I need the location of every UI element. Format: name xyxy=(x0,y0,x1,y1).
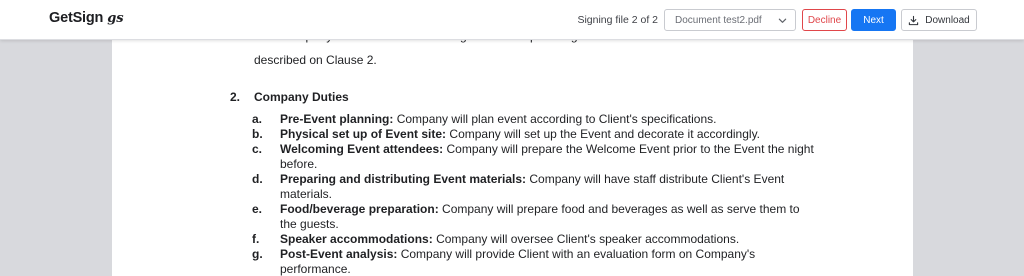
list-item-letter: e. xyxy=(252,202,263,216)
list-item-title: Physical set up of Event site: xyxy=(280,127,447,141)
list-item-text: Company will set up the Event and decora… xyxy=(449,127,761,141)
list-item: a. Pre-Event planning: Company will plan… xyxy=(252,112,817,127)
logo-mark: gs xyxy=(107,11,124,26)
chevron-down-icon xyxy=(778,18,787,23)
app-logo[interactable]: GetSign gs xyxy=(49,10,124,30)
list-item-text: Company will oversee Client's speaker ac… xyxy=(436,232,740,246)
signing-file-status: Signing file 2 of 2 xyxy=(577,14,658,26)
list-item-title: Preparing and distributing Event materia… xyxy=(280,172,527,186)
list-item: g. Post-Event analysis: Company will pro… xyxy=(252,247,817,276)
logo-text: GetSign xyxy=(49,10,104,26)
list-item-letter: a. xyxy=(252,112,263,126)
document-select-value: Document test2.pdf xyxy=(675,14,762,26)
list-item: e. Food/beverage preparation: Company wi… xyxy=(252,202,817,232)
section-number: 2. xyxy=(230,90,241,104)
list-item: f. Speaker accommodations: Company will … xyxy=(252,232,817,247)
decline-button[interactable]: Decline xyxy=(802,9,847,31)
list-item-letter: b. xyxy=(252,127,263,141)
next-button[interactable]: Next xyxy=(851,9,896,31)
list-item-text: Company will plan event according to Cli… xyxy=(396,112,717,126)
section-title: Company Duties xyxy=(254,90,349,104)
download-label: Download xyxy=(925,14,970,26)
list-item: b. Physical set up of Event site: Compan… xyxy=(252,127,817,142)
list-item: d. Preparing and distributing Event mate… xyxy=(252,172,817,202)
list-item-title: Food/beverage preparation: xyxy=(280,202,439,216)
clause-text-end: described on Clause 2. xyxy=(254,53,377,67)
list-item-title: Speaker accommodations: xyxy=(280,232,433,246)
list-item-title: Welcoming Event attendees: xyxy=(280,142,444,156)
list-item-title: Pre-Event planning: xyxy=(280,112,394,126)
list-item-letter: d. xyxy=(252,172,263,186)
list-item-title: Post-Event analysis: xyxy=(280,247,398,261)
download-icon xyxy=(909,15,919,25)
download-button[interactable]: Download xyxy=(901,9,977,31)
document-select[interactable]: Document test2.pdf xyxy=(664,9,796,31)
list-item-letter: f. xyxy=(252,232,260,246)
document-page: The Company shall handle the management … xyxy=(112,0,913,276)
top-toolbar: GetSign gs Signing file 2 of 2 Document … xyxy=(0,0,1024,40)
list-item-letter: g. xyxy=(252,247,263,261)
duties-list: a. Pre-Event planning: Company will plan… xyxy=(252,112,817,276)
list-item: c. Welcoming Event attendees: Company wi… xyxy=(252,142,817,172)
list-item-letter: c. xyxy=(252,142,263,156)
